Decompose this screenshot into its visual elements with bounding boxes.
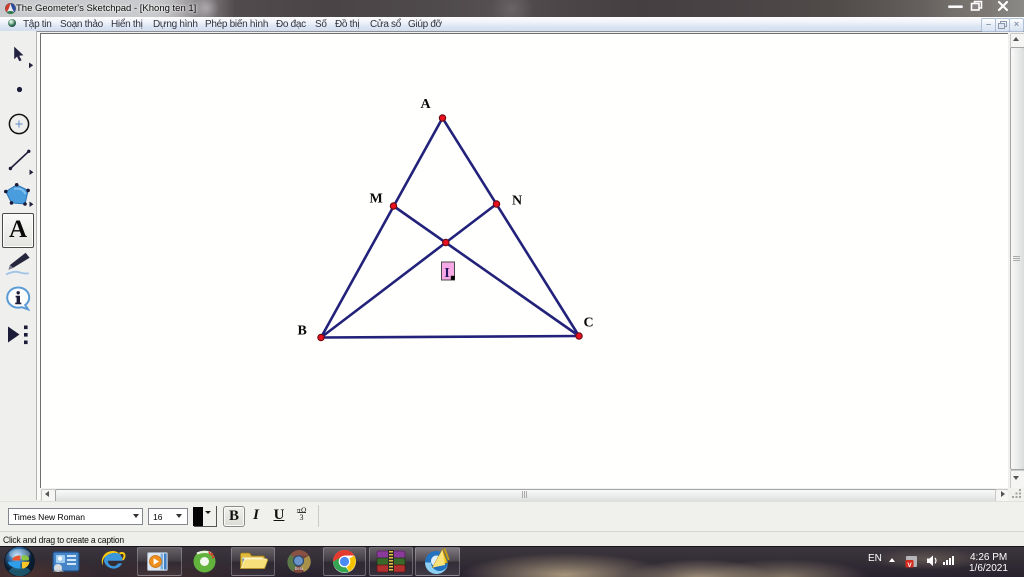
svg-text:V: V	[907, 562, 912, 569]
svg-text:C: C	[584, 316, 594, 331]
svg-text:A: A	[421, 97, 432, 112]
svg-text:N: N	[512, 194, 522, 209]
svg-text:B: B	[298, 324, 307, 339]
svg-text:I: I	[444, 265, 449, 280]
svg-text:Beta: Beta	[295, 566, 304, 571]
svg-text:M: M	[370, 192, 383, 207]
